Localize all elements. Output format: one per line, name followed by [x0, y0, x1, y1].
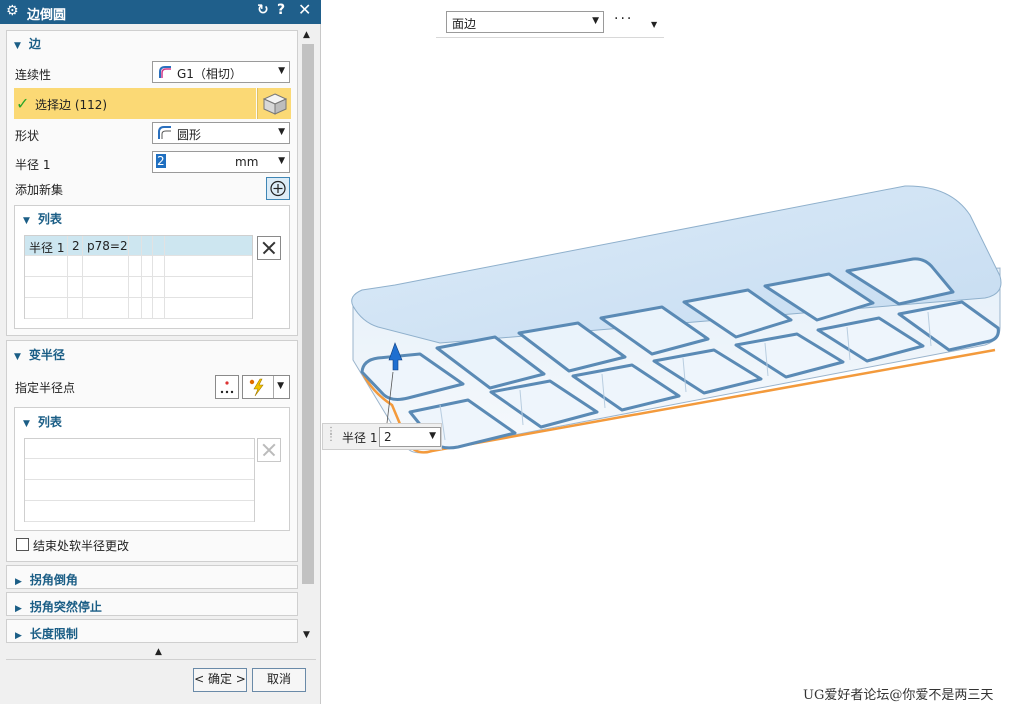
reset-icon[interactable]: ↻: [257, 2, 269, 18]
continuity-label: 连续性: [15, 68, 52, 82]
chevron-down-icon: ▼: [278, 66, 285, 76]
delete-point-button[interactable]: [257, 438, 281, 462]
table-row: [25, 481, 254, 501]
radius-value[interactable]: 2: [156, 154, 166, 168]
onscreen-radius-input: ⋮ ⋮ 半径 1 2 ▼: [322, 423, 442, 450]
edge-set-table: 半径 1 2 p78=2: [24, 235, 253, 319]
triangle-down-icon: ▼: [14, 352, 21, 362]
round-shape-icon: [158, 126, 171, 139]
fillet-dialog: ⚙ 边倒圆 ↻ ? ✕ ▼边 连续性 G1（相切） ▼ ✓ 选择边 (112): [0, 0, 321, 704]
ok-button[interactable]: < 确定 >: [193, 668, 247, 692]
table-row: [25, 299, 252, 319]
dialog-titlebar: ⚙ 边倒圆 ↻ ? ✕: [0, 0, 321, 24]
select-edge-row[interactable]: ✓ 选择边 (112): [14, 88, 256, 119]
triangle-down-icon: ▼: [23, 216, 30, 226]
dialog-title: 边倒圆: [27, 8, 67, 23]
drag-grip-icon[interactable]: ⋮ ⋮: [326, 427, 336, 443]
continuity-icon: [159, 66, 171, 78]
watermark: UG爱好者论坛@你爱不是两三天: [803, 688, 994, 703]
add-new-set-button[interactable]: [266, 177, 290, 200]
close-icon[interactable]: ✕: [298, 0, 311, 19]
triangle-right-icon: ▶: [15, 604, 22, 614]
table-row: [25, 257, 252, 277]
onscreen-radius-field[interactable]: 2 ▼: [379, 427, 441, 447]
shape-dropdown[interactable]: 圆形 ▼: [152, 122, 290, 144]
scroll-up-icon[interactable]: ▲: [303, 30, 310, 40]
help-button[interactable]: ?: [277, 2, 285, 18]
scroll-down-icon[interactable]: ▼: [303, 630, 310, 640]
chevron-down-icon: ▼: [278, 156, 285, 166]
table-row[interactable]: 半径 1 2 p78=2: [25, 236, 252, 256]
edge-group-header[interactable]: ▼ 边: [14, 35, 41, 52]
select-edge-label: 选择边 (112): [35, 98, 108, 112]
selection-filter-dropdown[interactable]: 面边 ▼: [446, 11, 604, 33]
shape-label: 形状: [15, 129, 40, 143]
length-limit-section[interactable]: ▶ 长度限制: [6, 619, 298, 643]
radius-label: 半径 1: [15, 158, 51, 172]
corner-setback-section[interactable]: ▶ 拐角倒角: [6, 565, 298, 589]
chevron-down-icon: ▼: [277, 381, 284, 391]
cancel-button[interactable]: 取消: [252, 668, 306, 692]
triangle-down-icon: ▼: [14, 41, 21, 51]
radius-input[interactable]: 2 mm ▼: [152, 151, 290, 173]
chevron-down-icon: ▼: [429, 431, 436, 441]
delete-set-button[interactable]: [257, 236, 281, 260]
table-row: [25, 502, 254, 522]
dialog-scrollbar[interactable]: ▲ ▼: [300, 30, 316, 645]
checkmark-icon: ✓: [16, 94, 30, 113]
graphics-viewport[interactable]: [322, 0, 1021, 704]
plus-circle-icon: [270, 180, 286, 197]
table-row: [25, 278, 252, 298]
point-dialog-button[interactable]: [215, 375, 239, 399]
specify-radius-point-label: 指定半径点: [15, 381, 76, 395]
triangle-right-icon: ▶: [15, 631, 22, 641]
stop-short-of-corner-section[interactable]: ▶ 拐角突然停止: [6, 592, 298, 616]
edge-list-header[interactable]: ▼ 列表: [23, 210, 62, 227]
points-icon: [220, 381, 234, 394]
edge-selection-button[interactable]: [257, 88, 291, 119]
gear-icon[interactable]: ⚙: [6, 3, 19, 19]
scrollbar-thumb[interactable]: [302, 44, 314, 584]
triangle-right-icon: ▶: [15, 577, 22, 587]
table-row: [25, 439, 254, 459]
variable-radius-header[interactable]: ▼ 变半径: [14, 346, 65, 363]
soft-radius-checkbox[interactable]: [16, 538, 29, 551]
chevron-down-icon: ▼: [592, 16, 599, 26]
radius-point-table: [24, 438, 255, 522]
soft-radius-label: 结束处软半径更改: [33, 539, 130, 553]
chevron-down-icon: ▼: [278, 127, 285, 137]
part-model[interactable]: [322, 0, 1021, 704]
toolbar-divider: [436, 37, 664, 38]
radius-point-list-header[interactable]: ▼ 列表: [23, 413, 62, 430]
lightning-icon: [249, 378, 264, 397]
collapse-dialog-icon[interactable]: ▲: [155, 647, 162, 657]
point-inference-dropdown[interactable]: ▼: [242, 375, 290, 399]
table-row: [25, 460, 254, 480]
radius-unit: mm: [235, 155, 259, 169]
triangle-down-icon: ▼: [23, 419, 30, 429]
caret-down-icon[interactable]: ▼: [651, 20, 657, 29]
continuity-dropdown[interactable]: G1（相切） ▼: [152, 61, 290, 83]
cube-icon: [262, 93, 288, 115]
more-options-button[interactable]: ···: [614, 11, 633, 27]
add-new-set-label: 添加新集: [15, 183, 64, 197]
